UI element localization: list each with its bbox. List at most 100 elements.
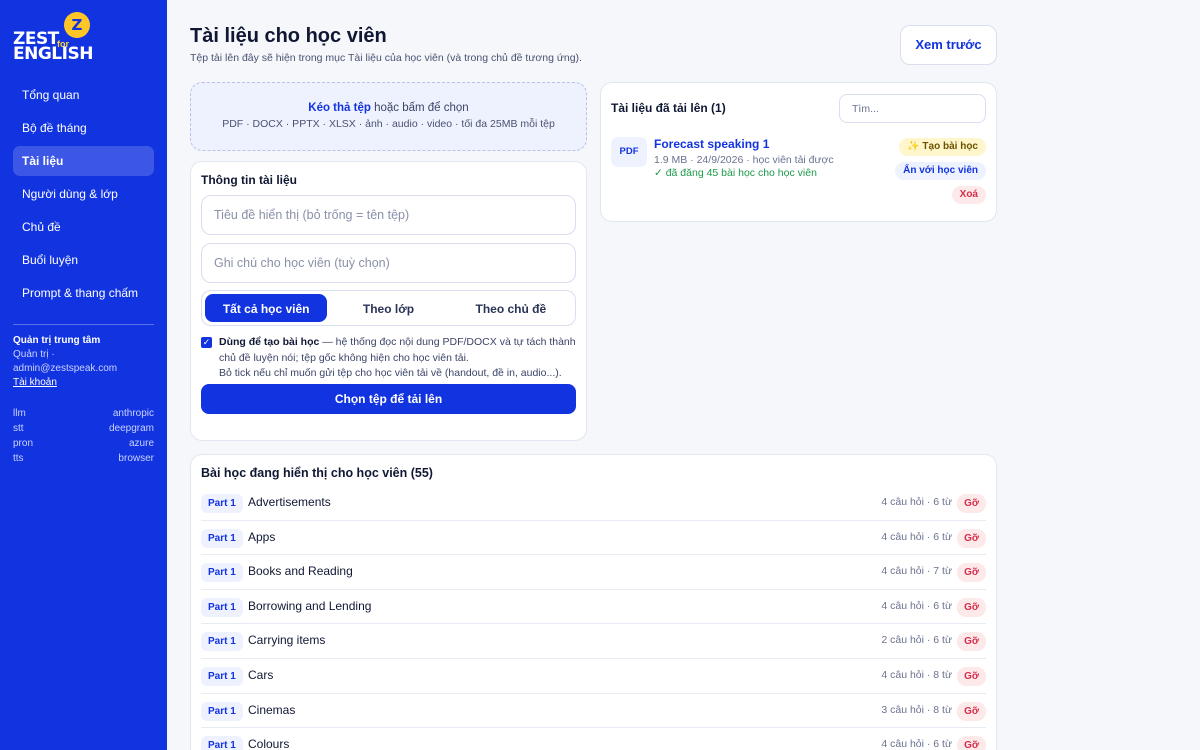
lesson-name: Carrying items <box>248 633 326 648</box>
provider-key: llm <box>13 408 26 419</box>
remove-lesson-button[interactable]: Gỡ <box>957 736 986 750</box>
checkmark-icon: ✓ <box>202 337 211 347</box>
dropzone-instruction: Kéo thả tệp hoặc bấm để chọn <box>191 102 586 114</box>
account-email: admin@zestspeak.com <box>13 363 118 374</box>
provider-key: tts <box>13 453 24 464</box>
lesson-name: Cinemas <box>248 702 296 717</box>
lesson-row: Part 1 Colours 4 câu hỏi · 6 từ Gỡ <box>201 728 986 750</box>
uploads-search-input[interactable] <box>840 95 985 122</box>
sidebar: Z ZEST for ENGLISH Tổng quan Bộ đề tháng… <box>0 0 167 750</box>
remove-lesson-button[interactable]: Gỡ <box>957 632 986 652</box>
create-lessons-hint: Bỏ tick nếu chỉ muốn gửi tệp cho học viê… <box>219 367 562 379</box>
lesson-meta: 4 câu hỏi · 6 từ <box>881 599 952 612</box>
sidebar-item-monthly-sets[interactable]: Bộ đề tháng <box>13 113 154 143</box>
remove-lesson-button[interactable]: Gỡ <box>957 528 986 548</box>
preview-button[interactable]: Xem trước <box>900 25 997 65</box>
sidebar-item-users-classes[interactable]: Người dùng & lớp <box>13 179 154 209</box>
remove-lesson-button[interactable]: Gỡ <box>957 494 986 513</box>
sidebar-item-sessions[interactable]: Buổi luyện <box>13 245 154 275</box>
sidebar-divider <box>13 324 154 325</box>
display-title-field <box>201 195 576 235</box>
provider-value: azure <box>128 438 154 449</box>
lessons-list: Part 1 Advertisements 4 câu hỏi · 6 từ Gỡ P… <box>201 486 986 750</box>
sidebar-item-overview[interactable]: Tổng quan <box>13 80 154 110</box>
delete-file-button[interactable]: Xoá <box>951 186 986 204</box>
provider-row: tts browser <box>13 451 154 466</box>
sidebar-item-materials[interactable]: Tài liệu <box>13 146 154 176</box>
create-lesson-button[interactable]: ✨ Tạo bài học <box>899 138 986 156</box>
lesson-row: Part 1 Borrowing and Lending 4 câu hỏi · 6… <box>201 590 986 625</box>
brand-logo[interactable]: Z ZEST for ENGLISH <box>13 12 154 64</box>
provider-key: stt <box>13 423 24 434</box>
account-panel: Quản trị trung tâm Quản trị · admin@zest… <box>13 335 154 390</box>
lesson-row: Part 1 Cinemas 3 câu hỏi · 8 từ Gỡ <box>201 694 986 729</box>
audience-by-class[interactable]: Theo lớp <box>327 294 449 322</box>
remove-lesson-button[interactable]: Gỡ <box>957 701 986 721</box>
display-title-input[interactable] <box>202 196 575 234</box>
audience-by-topic[interactable]: Theo chủ đề <box>450 294 572 322</box>
remove-lesson-button[interactable]: Gỡ <box>957 666 986 686</box>
account-role: Quản trị · <box>13 349 55 360</box>
part-badge: Part 1 <box>201 597 243 617</box>
provider-row: llm anthropic <box>13 406 154 421</box>
hide-from-students-button[interactable]: Ẩn với học viên <box>895 162 986 180</box>
part-badge: Part 1 <box>201 736 243 750</box>
lesson-meta: 4 câu hỏi · 7 từ <box>881 565 952 578</box>
create-lessons-label: Dùng để tạo bài học <box>219 336 320 348</box>
part-badge: Part 1 <box>201 701 243 721</box>
create-lessons-description: Dùng để tạo bài học — hệ thống đọc nội d… <box>219 335 576 382</box>
lesson-row: Part 1 Carrying items 2 câu hỏi · 6 từ Gỡ <box>201 624 986 659</box>
part-badge: Part 1 <box>201 632 243 652</box>
part-badge: Part 1 <box>201 494 243 513</box>
logo-word-english: ENGLISH <box>13 44 93 64</box>
part-badge: Part 1 <box>201 528 243 548</box>
student-note-field <box>201 243 576 283</box>
account-title: Quản trị trung tâm <box>13 335 101 346</box>
account-link[interactable]: Tài khoản <box>13 376 154 390</box>
remove-lesson-button[interactable]: Gỡ <box>957 597 986 617</box>
part-badge: Part 1 <box>201 666 243 686</box>
lesson-row: Part 1 Cars 4 câu hỏi · 8 từ Gỡ <box>201 659 986 694</box>
lesson-name: Apps <box>248 529 276 544</box>
sidebar-nav: Tổng quan Bộ đề tháng Tài liệu Người dùn… <box>13 80 154 308</box>
lesson-name: Cars <box>248 667 274 682</box>
lesson-name: Borrowing and Lending <box>248 598 372 613</box>
lesson-meta: 2 câu hỏi · 6 từ <box>881 634 952 647</box>
student-note-input[interactable] <box>202 244 575 282</box>
create-lessons-checkbox[interactable]: ✓ <box>201 337 212 348</box>
pdf-file-icon: PDF <box>611 137 647 167</box>
remove-lesson-button[interactable]: Gỡ <box>957 563 986 583</box>
uploads-search-field <box>839 94 986 123</box>
file-publish-status: ✓ đã đăng 45 bài học cho học viên <box>654 167 817 179</box>
lesson-meta: 3 câu hỏi · 8 từ <box>881 703 952 716</box>
uploads-title: Tài liệu đã tải lên (1) <box>611 101 726 115</box>
audience-all-students[interactable]: Tất cả học viên <box>205 294 328 322</box>
lesson-meta: 4 câu hỏi · 6 từ <box>881 530 952 543</box>
sidebar-item-topics[interactable]: Chủ đề <box>13 212 154 242</box>
logo-z-badge: Z <box>64 12 90 38</box>
dropzone-formats: PDF · DOCX · PPTX · XLSX · ảnh · audio ·… <box>222 118 555 130</box>
lesson-name: Advertisements <box>248 495 331 509</box>
file-dropzone[interactable]: Kéo thả tệp hoặc bấm để chọn PDF · DOCX … <box>190 82 587 151</box>
lesson-meta: 4 câu hỏi · 6 từ <box>881 738 952 750</box>
provider-value: anthropic <box>112 408 154 419</box>
provider-value: browser <box>118 453 154 464</box>
file-meta: 1.9 MB · 24/9/2026 · học viên tải được <box>654 154 834 166</box>
sidebar-item-prompts-rubrics[interactable]: Prompt & thang chấm <box>13 278 154 308</box>
lesson-meta: 4 câu hỏi · 8 từ <box>881 668 952 681</box>
provider-list: llm anthropic stt deepgram pron azure tts br… <box>13 406 154 466</box>
uploaded-materials-card: Tài liệu đã tải lên (1) PDF Forecast spe… <box>600 82 997 222</box>
lessons-title: Bài học đang hiển thị cho học viên (55) <box>201 466 433 480</box>
lesson-meta: 4 câu hỏi · 6 từ <box>881 496 952 508</box>
file-name-link[interactable]: Forecast speaking 1 <box>654 137 769 151</box>
provider-row: stt deepgram <box>13 421 154 436</box>
provider-key: pron <box>13 438 34 449</box>
dropzone-rest: hoặc bấm để chọn <box>370 102 469 114</box>
lesson-row: Part 1 Books and Reading 4 câu hỏi · 7 từ G… <box>201 555 986 590</box>
material-info-card: Thông tin tài liệu Tất cả học viên Theo … <box>190 161 587 441</box>
choose-file-upload-button[interactable]: Chọn tệp để tải lên <box>201 383 576 414</box>
provider-row: pron azure <box>13 436 154 451</box>
create-lessons-option: ✓ Dùng để tạo bài học — hệ thống đọc nội… <box>201 335 576 382</box>
uploaded-file-row: PDF Forecast speaking 1 1.9 MB · 24/9/20… <box>611 136 986 206</box>
part-badge: Part 1 <box>201 563 243 583</box>
